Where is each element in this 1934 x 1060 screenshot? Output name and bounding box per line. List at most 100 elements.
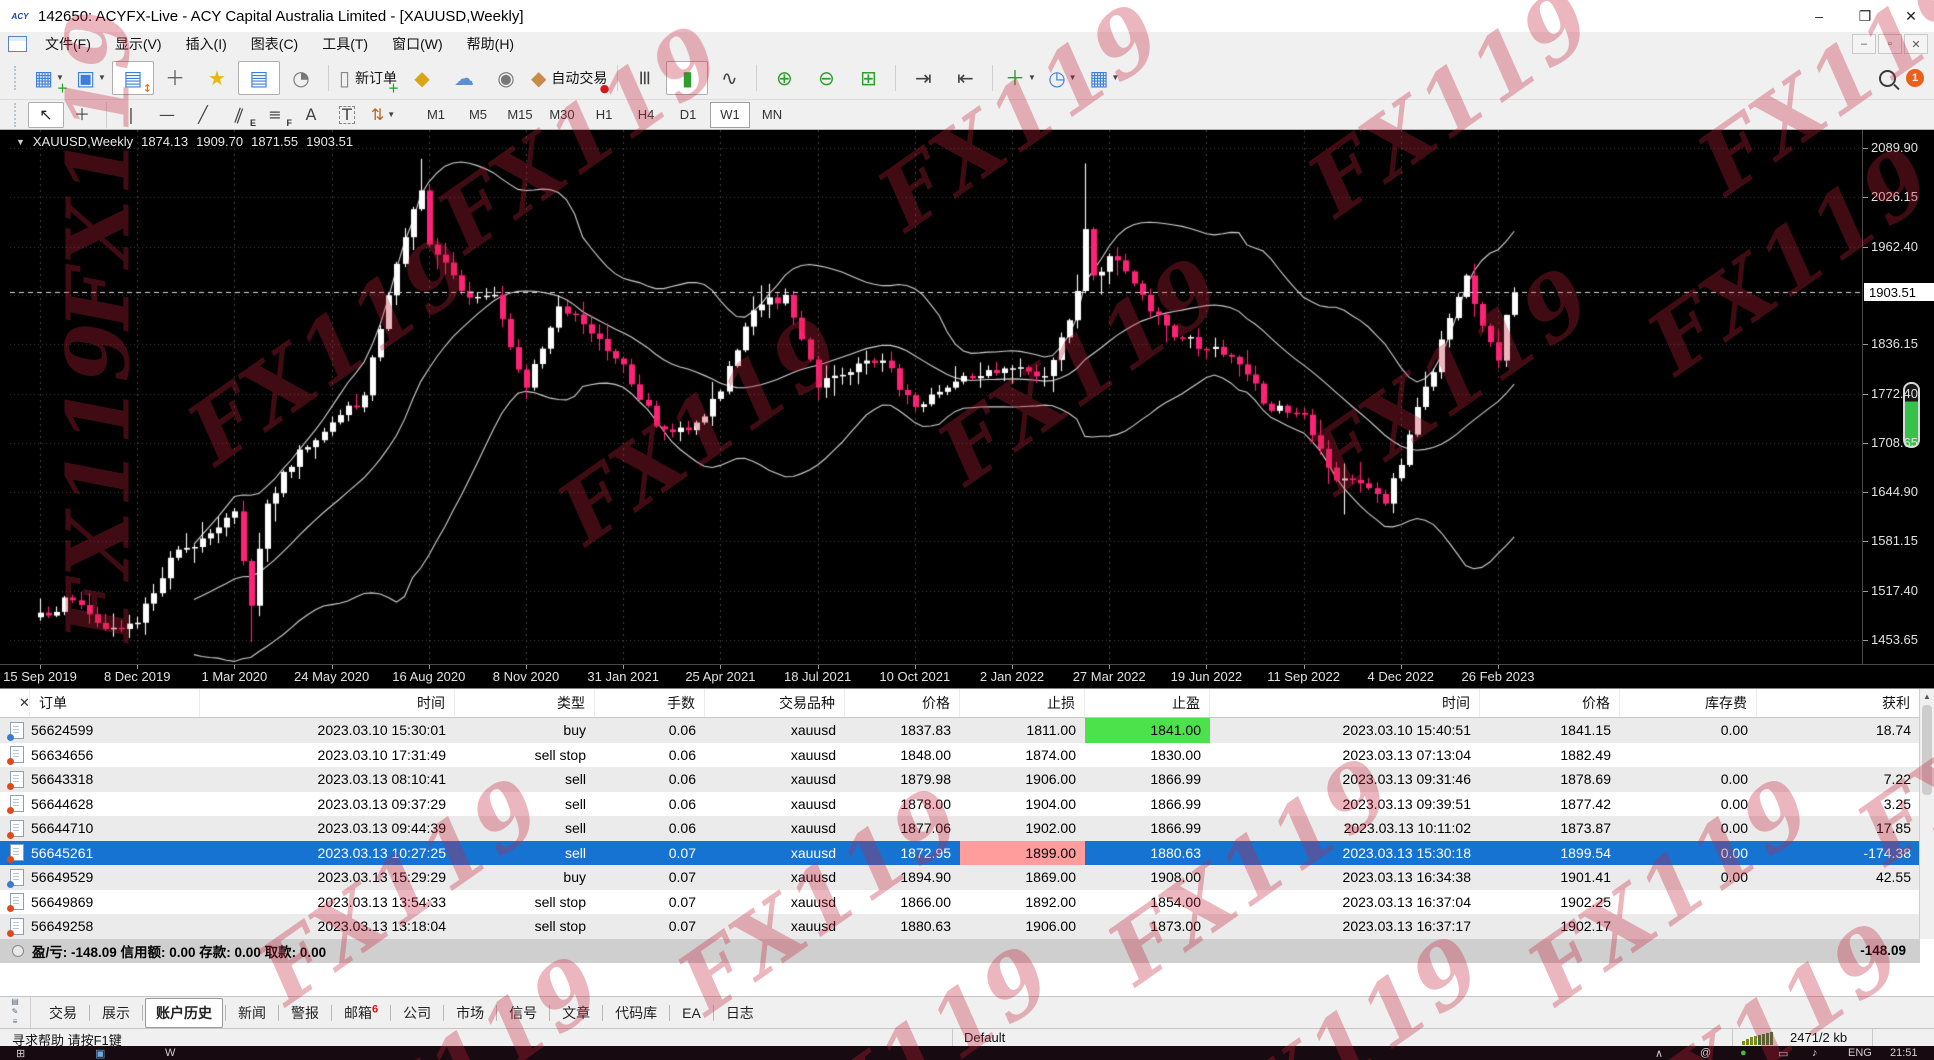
tab-alerts[interactable]: 警报 <box>281 999 329 1027</box>
history-row[interactable]: 566495292023.03.13 15:29:29buy0.07xauusd… <box>0 865 1934 890</box>
timeframe-m30[interactable]: M30 <box>542 102 582 128</box>
vline-tool[interactable]: | <box>113 102 149 128</box>
tray-up-icon[interactable]: ∧ <box>1655 1047 1663 1060</box>
autotrading-button[interactable]: ◆●自动交易 <box>527 61 611 95</box>
tab-ea[interactable]: EA <box>672 1001 711 1025</box>
channel-tool[interactable]: ∥E <box>221 102 257 128</box>
docked-toolbar-stack[interactable]: ▤ ✎ ≡ <box>0 997 31 1028</box>
text-tool[interactable]: A <box>293 102 329 128</box>
tab-articles[interactable]: 文章 <box>552 999 600 1027</box>
arrows-tool[interactable]: ⇅▼ <box>365 102 401 128</box>
column-header-0[interactable]: 订单 <box>30 689 200 717</box>
strategy-tester-button[interactable]: ◔ <box>280 61 322 95</box>
toolbar-gripper[interactable] <box>14 66 20 90</box>
tray-green-icon[interactable]: ● <box>1740 1047 1747 1059</box>
timeframe-mn[interactable]: MN <box>752 102 792 128</box>
navigator-button[interactable]: ★ <box>196 61 238 95</box>
toolbox-close-icon[interactable]: ✕ <box>19 695 30 711</box>
toolbox-button[interactable]: ▤ <box>238 61 280 95</box>
taskbar-clock[interactable]: 21:51 <box>1890 1047 1918 1059</box>
menu-item-3[interactable]: 图表(C) <box>239 34 310 54</box>
taskbar-language[interactable]: ENG <box>1848 1047 1872 1059</box>
timeframe-d1[interactable]: D1 <box>668 102 708 128</box>
candlestick-chart[interactable] <box>10 130 1862 664</box>
line-mode-button[interactable]: ∿ <box>708 61 750 95</box>
timeframe-m15[interactable]: M15 <box>500 102 540 128</box>
menu-item-4[interactable]: 工具(T) <box>310 34 380 54</box>
candles-mode-button[interactable]: ▮ <box>666 61 708 95</box>
toolbar-gripper[interactable] <box>14 103 20 127</box>
menu-item-5[interactable]: 窗口(W) <box>380 34 455 54</box>
scrollbar-thumb[interactable] <box>1922 705 1932 795</box>
tray-volume-icon[interactable]: ♪ <box>1812 1047 1818 1059</box>
dropdown-caret-icon[interactable]: ▼ <box>56 73 64 82</box>
auto-scroll-button[interactable]: ⇥ <box>902 61 944 95</box>
date-axis[interactable]: 15 Sep 20198 Dec 20191 Mar 202024 May 20… <box>0 664 1934 689</box>
tab-market[interactable]: 市场 <box>446 999 494 1027</box>
mdi-restore-button[interactable]: ▫ <box>1878 34 1902 54</box>
timeframe-h1[interactable]: H1 <box>584 102 624 128</box>
data-window-button[interactable]: ＋ <box>154 61 196 95</box>
tab-code-base[interactable]: 代码库 <box>605 999 667 1027</box>
tab-mailbox[interactable]: 邮箱6 <box>334 999 388 1027</box>
tray-cloud-icon[interactable]: @ <box>1700 1047 1711 1059</box>
timeframe-m5[interactable]: M5 <box>458 102 498 128</box>
dropdown-caret-icon[interactable]: ▼ <box>1069 73 1077 82</box>
column-header-5[interactable]: 价格 <box>845 689 960 717</box>
search-icon[interactable] <box>1879 70 1896 87</box>
history-scrollbar[interactable]: ▲ <box>1919 689 1934 939</box>
column-header-4[interactable]: 交易品种 <box>705 689 845 717</box>
menu-item-1[interactable]: 显示(V) <box>103 34 174 54</box>
history-row[interactable]: 566346562023.03.10 17:31:49sell stop0.06… <box>0 743 1934 768</box>
templates-button[interactable]: ▦▼ <box>1083 61 1125 95</box>
history-row[interactable]: 566245992023.03.10 15:30:01buy0.06xauusd… <box>0 718 1934 743</box>
chevron-down-icon[interactable]: ▼ <box>16 137 25 147</box>
start-button-icon[interactable]: ⊞ <box>16 1047 25 1060</box>
dropdown-caret-icon[interactable]: ▼ <box>387 110 395 119</box>
mdi-close-button[interactable]: ✕ <box>1904 34 1928 54</box>
periods-button[interactable]: ◷▼ <box>1041 61 1083 95</box>
menu-item-0[interactable]: 文件(F) <box>33 34 103 54</box>
column-header-8[interactable]: 时间 <box>1210 689 1480 717</box>
tab-news[interactable]: 新闻 <box>228 999 276 1027</box>
timeframe-m1[interactable]: M1 <box>416 102 456 128</box>
new-chart-button[interactable]: ▦＋▼ <box>28 61 70 95</box>
column-header-9[interactable]: 价格 <box>1480 689 1620 717</box>
status-profile-label[interactable]: Default <box>964 1030 1005 1045</box>
history-row[interactable]: 566447102023.03.13 09:44:39sell0.06xauus… <box>0 816 1934 841</box>
market-watch-button[interactable]: ▤↕ <box>112 61 154 95</box>
column-header-11[interactable]: 获利 <box>1757 689 1920 717</box>
dropdown-caret-icon[interactable]: ▼ <box>98 73 106 82</box>
maximize-button[interactable]: ❐ <box>1842 0 1888 32</box>
zoom-in-button[interactable]: ⊕ <box>763 61 805 95</box>
hline-tool[interactable]: — <box>149 102 185 128</box>
close-button[interactable]: ✕ <box>1888 0 1934 32</box>
scroll-up-icon[interactable]: ▲ <box>1920 689 1934 701</box>
signals-button[interactable]: ◉ <box>485 61 527 95</box>
zoom-out-button[interactable]: ⊖ <box>805 61 847 95</box>
metaeditor-button[interactable]: ◆ <box>401 61 443 95</box>
notification-badge[interactable]: 1 <box>1906 69 1924 87</box>
minimize-button[interactable]: – <box>1796 0 1842 32</box>
column-header-2[interactable]: 类型 <box>455 689 595 717</box>
taskbar-app-icon[interactable]: W <box>165 1047 175 1059</box>
column-header-7[interactable]: 止盈 <box>1085 689 1210 717</box>
tab-journal[interactable]: 日志 <box>716 999 764 1027</box>
crosshair-tool[interactable]: ＋ <box>64 102 100 128</box>
label-tool[interactable]: T <box>329 102 365 128</box>
mdi-minimize-button[interactable]: – <box>1852 34 1876 54</box>
history-row[interactable]: 566498692023.03.13 13:54:33sell stop0.07… <box>0 890 1934 915</box>
fibonacci-tool[interactable]: ≡F <box>257 102 293 128</box>
price-axis[interactable]: 1903.51 2089.902026.151962.401836.151772… <box>1862 130 1934 664</box>
trendline-tool[interactable]: ╱ <box>185 102 221 128</box>
tab-account-history[interactable]: 账户历史 <box>145 998 223 1028</box>
taskbar-app-icon[interactable]: ▣ <box>95 1047 105 1060</box>
indicators-button[interactable]: ＋▼ <box>999 61 1041 95</box>
column-header-10[interactable]: 库存费 <box>1620 689 1757 717</box>
dropdown-caret-icon[interactable]: ▼ <box>1111 73 1119 82</box>
history-row[interactable]: 566492582023.03.13 13:18:04sell stop0.07… <box>0 914 1934 939</box>
column-header-1[interactable]: 时间 <box>200 689 455 717</box>
history-row[interactable]: 566452612023.03.13 10:27:25sell0.07xauus… <box>0 841 1934 866</box>
tile-windows-button[interactable]: ⊞ <box>847 61 889 95</box>
column-header-6[interactable]: 止损 <box>960 689 1085 717</box>
